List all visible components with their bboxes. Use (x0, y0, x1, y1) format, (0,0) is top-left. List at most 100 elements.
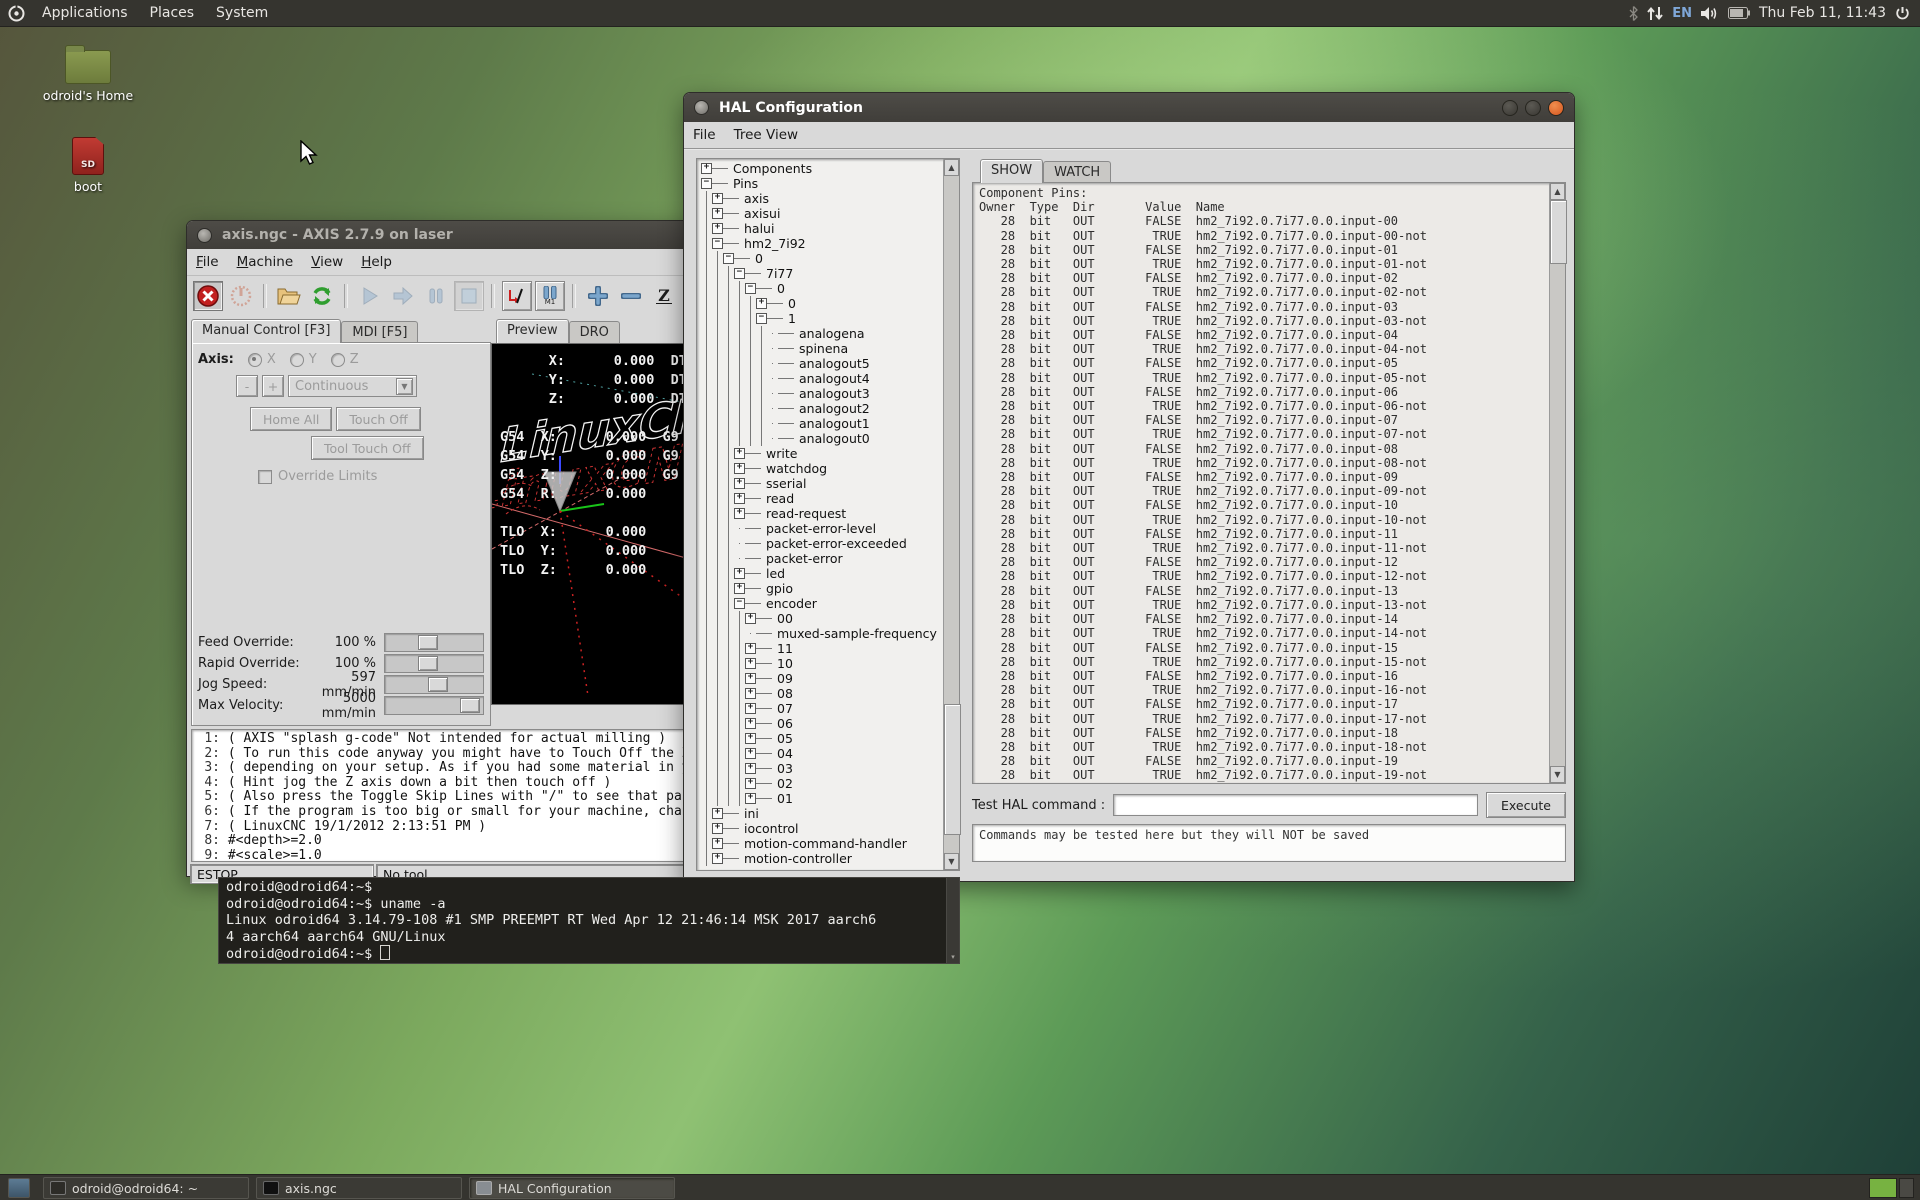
tab-show[interactable]: SHOW (980, 159, 1043, 183)
collapse-icon[interactable]: − (756, 313, 767, 324)
tree-item-07[interactable]: +07 (701, 701, 943, 716)
tree-item-axisui[interactable]: +axisui (701, 206, 943, 221)
taskbar-item-terminal[interactable]: odroid@odroid64: ~ (43, 1177, 249, 1199)
menu-file[interactable]: File (187, 254, 228, 270)
home-all-button[interactable]: Home All (250, 407, 332, 431)
tree-item-motion-command-handler[interactable]: +motion-command-handler (701, 836, 943, 851)
jog-mode-select[interactable]: Continuous ▼ (288, 375, 417, 397)
expand-icon[interactable]: + (712, 823, 723, 834)
optional-stop-m1-button[interactable]: M1 (535, 281, 565, 311)
expand-icon[interactable]: + (712, 223, 723, 234)
taskbar-item-hal[interactable]: HAL Configuration (469, 1177, 675, 1199)
tree-item-hm2_7i92[interactable]: −hm2_7i92 (701, 236, 943, 251)
tree-item-write[interactable]: +write (701, 446, 943, 461)
tree-item-05[interactable]: +05 (701, 731, 943, 746)
scroll-up-icon[interactable]: ▲ (1550, 183, 1565, 200)
network-updown-icon[interactable] (1647, 6, 1663, 21)
expand-icon[interactable]: + (745, 673, 756, 684)
expand-icon[interactable]: + (745, 688, 756, 699)
tree-item-06[interactable]: +06 (701, 716, 943, 731)
pause-button[interactable] (421, 281, 451, 311)
expand-icon[interactable]: + (734, 448, 745, 459)
axis-radio-x[interactable]: X (248, 352, 276, 367)
desktop-icon-boot[interactable]: SD boot (42, 137, 134, 194)
tree-item-02[interactable]: +02 (701, 776, 943, 791)
tree-item-gpio[interactable]: +gpio (701, 581, 943, 596)
tab-dro[interactable]: DRO (569, 321, 620, 343)
tool-touch-off-button[interactable]: Tool Touch Off (311, 436, 424, 460)
tree-item-11[interactable]: +11 (701, 641, 943, 656)
expand-icon[interactable]: + (712, 193, 723, 204)
expand-icon[interactable]: + (734, 463, 745, 474)
tree-item-04[interactable]: +04 (701, 746, 943, 761)
expand-icon[interactable]: + (734, 493, 745, 504)
expand-icon[interactable]: + (745, 748, 756, 759)
expand-icon[interactable]: + (745, 793, 756, 804)
run-button[interactable] (355, 281, 385, 311)
tree-item-00[interactable]: +00 (701, 611, 943, 626)
tree-item-watchdog[interactable]: +watchdog (701, 461, 943, 476)
window-menu-icon[interactable] (197, 228, 212, 243)
close-button[interactable] (1548, 100, 1564, 116)
tab-preview[interactable]: Preview (496, 319, 569, 343)
taskbar-item-axis[interactable]: axis.ngc (256, 1177, 462, 1199)
step-button[interactable] (388, 281, 418, 311)
component-pins-table[interactable]: Component Pins: Owner Type Dir Value Nam… (973, 183, 1549, 783)
battery-icon[interactable] (1728, 7, 1750, 19)
tree-item-ini[interactable]: +ini (701, 806, 943, 821)
reload-button[interactable] (307, 281, 337, 311)
bluetooth-icon[interactable] (1629, 6, 1638, 21)
machine-power-button[interactable] (226, 281, 256, 311)
expand-icon[interactable]: + (745, 733, 756, 744)
hal-command-input[interactable] (1113, 794, 1478, 816)
tree-item-0[interactable]: +0 (701, 296, 943, 311)
stop-button[interactable] (454, 281, 484, 311)
collapse-icon[interactable]: − (745, 283, 756, 294)
menu-applications[interactable]: Applications (31, 0, 139, 26)
expand-icon[interactable]: + (712, 208, 723, 219)
override-slider[interactable] (384, 654, 484, 673)
tree-item-analogout5[interactable]: analogout5 (701, 356, 943, 371)
desktop-icon-home[interactable]: odroid's Home (42, 50, 134, 103)
axis-radio-y[interactable]: Y (290, 352, 317, 367)
minimize-button[interactable] (1502, 100, 1518, 116)
tree-item-10[interactable]: +10 (701, 656, 943, 671)
tree-scrollbar[interactable]: ▲ ▼ (943, 159, 959, 870)
show-desktop-icon[interactable] (8, 1178, 30, 1198)
collapse-icon[interactable]: − (734, 268, 745, 279)
tree-item-analogout4[interactable]: analogout4 (701, 371, 943, 386)
tree-item-0[interactable]: −0 (701, 281, 943, 296)
scroll-down-icon[interactable]: ▼ (944, 853, 959, 870)
hal-titlebar[interactable]: HAL Configuration (684, 93, 1574, 122)
menu-help[interactable]: Help (352, 254, 401, 270)
expand-icon[interactable]: + (701, 163, 712, 174)
override-slider[interactable] (384, 675, 484, 694)
volume-icon[interactable] (1701, 6, 1719, 21)
scroll-down-icon[interactable]: ▼ (1550, 766, 1565, 783)
collapse-icon[interactable]: − (701, 178, 712, 189)
expand-icon[interactable]: + (745, 763, 756, 774)
tree-item-led[interactable]: +led (701, 566, 943, 581)
tree-item-axis[interactable]: +axis (701, 191, 943, 206)
tree-item-analogout3[interactable]: analogout3 (701, 386, 943, 401)
tab-mdi[interactable]: MDI [F5] (341, 321, 418, 343)
hal-tree[interactable]: +Components−Pins+axis+axisui+halui−hm2_7… (697, 159, 943, 870)
tree-item-03[interactable]: +03 (701, 761, 943, 776)
tree-item-7i77[interactable]: −7i77 (701, 266, 943, 281)
collapse-icon[interactable]: − (712, 238, 723, 249)
override-slider[interactable] (384, 633, 484, 652)
tree-item-analogout0[interactable]: analogout0 (701, 431, 943, 446)
tree-item-Components[interactable]: +Components (701, 161, 943, 176)
workspace-1[interactable] (1869, 1178, 1897, 1198)
tree-item-muxed-sample-frequency[interactable]: muxed-sample-frequency (701, 626, 943, 641)
expand-icon[interactable]: + (712, 838, 723, 849)
expand-icon[interactable]: + (734, 508, 745, 519)
tree-item-halui[interactable]: +halui (701, 221, 943, 236)
tree-item-08[interactable]: +08 (701, 686, 943, 701)
power-icon[interactable] (1895, 6, 1910, 21)
tree-item-0[interactable]: −0 (701, 251, 943, 266)
tree-item-Pins[interactable]: −Pins (701, 176, 943, 191)
terminal-scrollbar[interactable]: ▾ (946, 878, 959, 963)
menu-places[interactable]: Places (139, 0, 206, 26)
scroll-up-icon[interactable]: ▲ (944, 159, 959, 176)
